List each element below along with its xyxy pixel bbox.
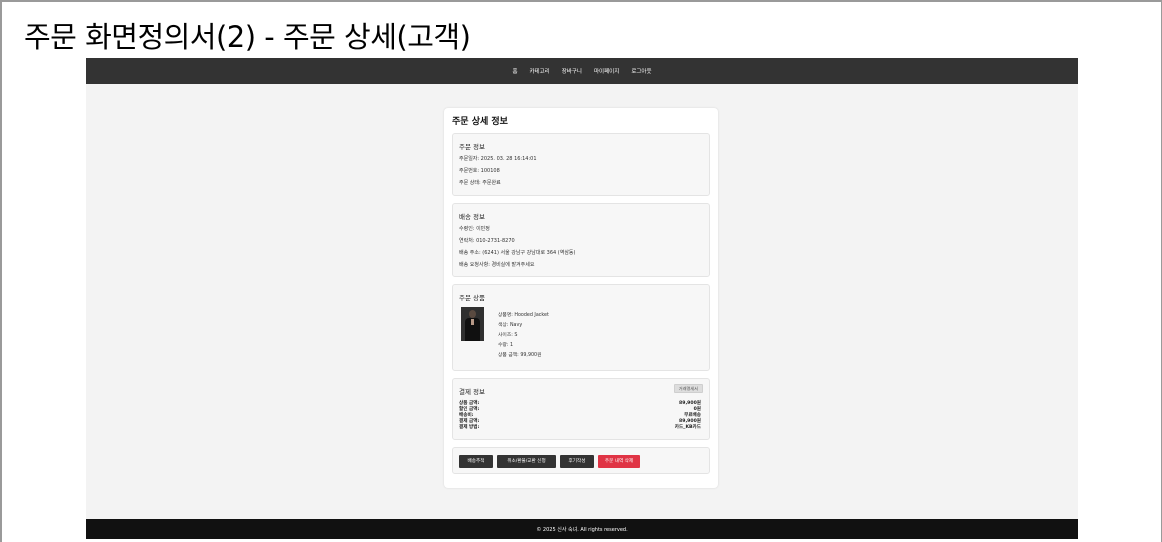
product-size: 사이즈: S: [498, 333, 518, 338]
thumbnail-neck-shape: [471, 319, 474, 325]
product-thumbnail[interactable]: [461, 307, 484, 341]
thumbnail-head-shape: [469, 310, 476, 318]
footer-copyright: © 2025 신사 숙녀. All rights reserved.: [536, 526, 628, 533]
footer: © 2025 신사 숙녀. All rights reserved.: [86, 519, 1078, 539]
nav-category[interactable]: 카테고리: [530, 67, 550, 75]
screenshot-area: 홈 카테고리 장바구니 마이페이지 로그아웃 주문 상세 정보 주문 정보 주문…: [86, 58, 1078, 539]
shipping-request: 배송 요청사항: 경비실에 맡겨주세요: [459, 262, 535, 268]
order-date: 주문일자: 2025. 03. 28 16:14:01: [459, 156, 537, 162]
product-amount: 상품 금액: 99,900원: [498, 353, 542, 358]
product-quantity: 수량: 1: [498, 343, 514, 348]
document-title: 주문 화면정의서(2) - 주문 상세(고객): [24, 20, 471, 54]
shipping-address: 배송 주소: (6241) 서울 강남구 강남대로 364 (역삼동): [459, 250, 576, 256]
product-color: 색상: Navy: [498, 323, 523, 328]
payment-label: 결제 방법:: [459, 425, 480, 430]
receipt-button[interactable]: 거래명세서: [673, 384, 703, 393]
write-review-button[interactable]: 후기작성: [560, 455, 594, 468]
order-detail-title: 주문 상세 정보: [452, 117, 508, 127]
shipping-phone: 연락처: 010-2731-8270: [459, 238, 515, 244]
track-shipping-button[interactable]: 배송추적: [459, 455, 493, 468]
order-info-title: 주문 정보: [459, 143, 485, 151]
delete-order-button[interactable]: 주문 내역 삭제: [598, 455, 640, 468]
order-info-section: 주문 정보 주문일자: 2025. 03. 28 16:14:01 주문번호: …: [452, 133, 710, 196]
top-navigation: 홈 카테고리 장바구니 마이페이지 로그아웃: [86, 58, 1078, 84]
order-items-title: 주문 상품: [459, 294, 485, 302]
shipping-info-title: 배송 정보: [459, 213, 485, 221]
product-name: 상품명: Hooded Jacket: [498, 313, 549, 318]
order-status: 주문 상태: 주문완료: [459, 180, 501, 186]
order-actions-section: 배송추적 취소/환불/교환 신청 후기작성 주문 내역 삭제: [452, 447, 710, 474]
nav-mypage[interactable]: 마이페이지: [594, 67, 619, 75]
nav-home[interactable]: 홈: [512, 67, 517, 75]
cancel-return-button[interactable]: 취소/환불/교환 신청: [497, 455, 556, 468]
payment-value: 카드_KB카드: [674, 425, 701, 430]
order-items-section: 주문 상품 상품명: Hooded Jacket 색상: Navy 사이즈: S…: [452, 284, 710, 371]
shipping-info-section: 배송 정보 수령인: 이민정 연락처: 010-2731-8270 배송 주소:…: [452, 203, 710, 277]
payment-info-section: 결제 정보 거래명세서 상품 금액: 89,900원 할인 금액: 0원 배송비…: [452, 378, 710, 440]
nav-cart[interactable]: 장바구니: [562, 67, 582, 75]
order-number: 주문번호: 100108: [459, 168, 500, 174]
order-detail-card: 주문 상세 정보 주문 정보 주문일자: 2025. 03. 28 16:14:…: [444, 108, 718, 488]
payment-info-title: 결제 정보: [459, 388, 485, 396]
shipping-recipient: 수령인: 이민정: [459, 226, 490, 232]
payment-row-method: 결제 방법: 카드_KB카드: [459, 424, 701, 430]
nav-logout[interactable]: 로그아웃: [631, 67, 651, 75]
